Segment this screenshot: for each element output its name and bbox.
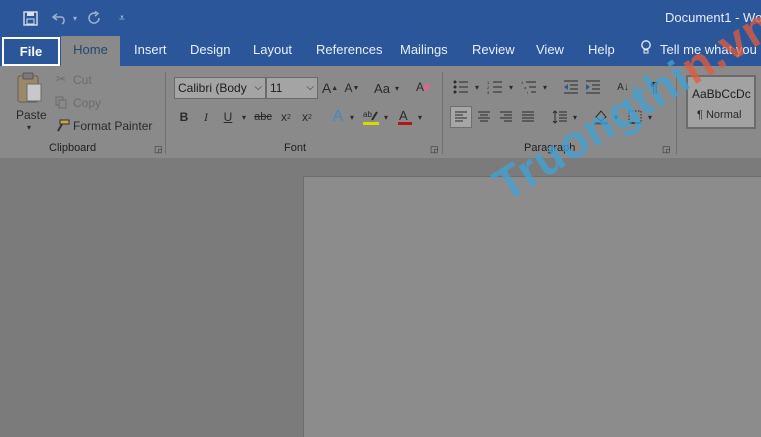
- superscript-button[interactable]: x2: [299, 108, 315, 126]
- format-painter-icon[interactable]: [54, 118, 70, 132]
- bold-button[interactable]: B: [177, 108, 191, 126]
- tab-design[interactable]: Design: [190, 36, 230, 66]
- chevron-down-icon[interactable]: ▾: [70, 8, 80, 28]
- align-left-button[interactable]: [450, 106, 472, 128]
- copy-icon[interactable]: [54, 95, 68, 109]
- style-name: ¶ Normal: [697, 109, 742, 121]
- tab-home[interactable]: Home: [61, 36, 120, 66]
- clipboard-dialog-launcher-icon[interactable]: ◲: [154, 144, 163, 155]
- paste-icon[interactable]: [14, 72, 44, 104]
- svg-text:ab: ab: [363, 110, 372, 119]
- cut-button[interactable]: Cut: [73, 73, 92, 87]
- font-dialog-launcher-icon[interactable]: ◲: [430, 144, 439, 155]
- svg-text:i: i: [527, 90, 528, 94]
- font-name-value: Calibri (Body: [178, 81, 247, 95]
- clear-formatting-icon[interactable]: A: [414, 78, 432, 96]
- shrink-font-icon[interactable]: A ▼: [344, 79, 360, 97]
- svg-text:A: A: [399, 108, 408, 123]
- decrease-indent-icon[interactable]: [562, 78, 580, 96]
- scissors-icon[interactable]: ✂: [54, 72, 68, 86]
- paste-button-label[interactable]: Paste: [16, 108, 47, 122]
- chevron-down-icon[interactable]: ▾: [347, 109, 357, 125]
- font-name-select[interactable]: Calibri (Body ⌵: [174, 77, 266, 99]
- italic-button[interactable]: I: [199, 108, 213, 126]
- tab-references[interactable]: References: [316, 36, 382, 66]
- chevron-down-icon[interactable]: ▾: [392, 80, 402, 96]
- undo-icon[interactable]: [50, 8, 70, 28]
- tab-file[interactable]: File: [2, 37, 60, 66]
- group-divider: [165, 72, 166, 154]
- subscript-button[interactable]: x2: [278, 108, 294, 126]
- justify-button[interactable]: [518, 107, 538, 127]
- chevron-down-icon[interactable]: ▾: [540, 79, 550, 95]
- highlight-icon[interactable]: ab: [362, 107, 380, 127]
- document-page[interactable]: [303, 176, 761, 437]
- font-size-select[interactable]: 11 ⌵: [266, 77, 318, 99]
- copy-button[interactable]: Copy: [73, 96, 101, 110]
- chevron-down-icon[interactable]: ▾: [506, 79, 516, 95]
- paragraph-dialog-launcher-icon[interactable]: ◲: [662, 144, 671, 155]
- chevron-down-icon[interactable]: ▾: [381, 109, 391, 125]
- underline-button[interactable]: U: [221, 108, 235, 126]
- chevron-down-icon[interactable]: ⌵: [306, 78, 314, 98]
- bullets-icon[interactable]: [452, 78, 470, 96]
- align-right-button[interactable]: [496, 107, 516, 127]
- chevron-down-icon[interactable]: ▾: [24, 122, 34, 132]
- font-group-label: Font: [284, 142, 307, 154]
- lightbulb-icon: [640, 36, 652, 64]
- tab-insert[interactable]: Insert: [134, 36, 167, 66]
- chevron-down-icon[interactable]: ⌵: [254, 78, 262, 98]
- title-bar: ▾ ⩡ Document1 - Wo: [0, 0, 761, 36]
- grow-font-icon[interactable]: A ▲: [322, 79, 338, 97]
- redo-icon[interactable]: [84, 8, 104, 28]
- chevron-down-icon[interactable]: ▾: [415, 109, 425, 125]
- numbering-icon[interactable]: 123: [486, 78, 504, 96]
- multilevel-list-icon[interactable]: 1ai: [520, 78, 538, 96]
- group-divider: [442, 72, 443, 154]
- text-effects-icon[interactable]: A: [330, 107, 346, 127]
- tab-review[interactable]: Review: [472, 36, 515, 66]
- ribbon-tabs: File Home Insert Design Layout Reference…: [0, 36, 761, 66]
- align-center-button[interactable]: [474, 107, 494, 127]
- strikethrough-button[interactable]: abc: [253, 108, 273, 126]
- chevron-down-icon[interactable]: ▾: [472, 79, 482, 95]
- svg-text:3: 3: [487, 90, 490, 94]
- font-color-icon[interactable]: A: [396, 107, 414, 127]
- tab-help[interactable]: Help: [588, 36, 615, 66]
- tab-view[interactable]: View: [536, 36, 564, 66]
- customize-qat-icon[interactable]: ⩡: [114, 8, 130, 28]
- tab-layout[interactable]: Layout: [253, 36, 292, 66]
- font-size-value: 11: [270, 81, 283, 95]
- save-icon[interactable]: [20, 8, 40, 28]
- tab-mailings[interactable]: Mailings: [400, 36, 448, 66]
- format-painter-button[interactable]: Format Painter: [73, 119, 152, 133]
- chevron-down-icon[interactable]: ▾: [239, 109, 249, 125]
- clipboard-group-label: Clipboard: [49, 142, 97, 154]
- change-case-icon[interactable]: Aa: [372, 79, 392, 97]
